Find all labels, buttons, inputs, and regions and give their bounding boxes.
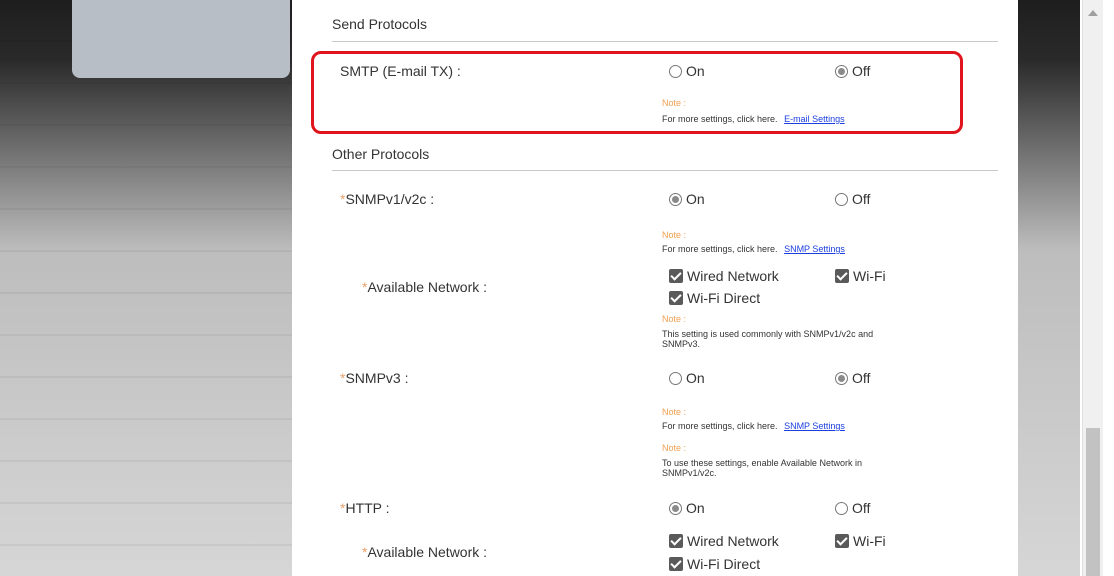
snmpv3-note-text: For more settings, click here. SNMP Sett… — [662, 421, 845, 431]
http-label: *HTTP : — [340, 500, 390, 516]
available-network-label-text: Available Network : — [367, 544, 488, 560]
left-sidebar — [0, 0, 292, 576]
snmpv1-label: *SNMPv1/v2c : — [340, 191, 434, 207]
wifi-label: Wi-Fi — [853, 268, 886, 284]
snmpv3-on-label: On — [686, 370, 705, 386]
snmpv1-wifi-direct-checkbox[interactable]: Wi-Fi Direct — [669, 290, 760, 306]
wifi-label: Wi-Fi — [853, 533, 886, 549]
snmpv3-on-radio[interactable] — [669, 371, 682, 385]
checkbox-checked-icon[interactable] — [835, 269, 849, 283]
http-off-option[interactable]: Off — [835, 500, 870, 516]
snmpv1-off-radio[interactable] — [835, 192, 848, 206]
snmpv3-note-more: For more settings, click here. — [662, 421, 778, 431]
snmpv1-wifi-checkbox[interactable]: Wi-Fi — [835, 268, 886, 284]
snmpv1-on-option[interactable]: On — [669, 191, 705, 207]
vertical-scrollbar[interactable] — [1082, 0, 1103, 576]
wifi-direct-label: Wi-Fi Direct — [687, 290, 761, 306]
http-on-label: On — [686, 500, 705, 516]
sidebar-background — [0, 0, 292, 576]
snmpv3-off-radio[interactable] — [835, 371, 848, 385]
snmpv3-note-label: Note : — [662, 407, 687, 417]
window-edge — [1103, 0, 1114, 576]
snmpv1-off-label: Off — [852, 191, 871, 207]
checkbox-checked-icon[interactable] — [669, 534, 683, 548]
http-wired-network-checkbox[interactable]: Wired Network — [669, 533, 779, 549]
available-network-note-text: This setting is used commonly with SNMPv… — [662, 329, 873, 349]
snmpv3-note2-text: To use these settings, enable Available … — [662, 458, 862, 478]
checkbox-checked-icon[interactable] — [669, 269, 683, 283]
http-label-text: HTTP : — [345, 500, 390, 516]
divider — [332, 41, 998, 42]
available-network-label-text: Available Network : — [367, 279, 488, 295]
note-line: This setting is used commonly with SNMPv… — [662, 329, 874, 339]
section-title-other-protocols: Other Protocols — [332, 146, 430, 162]
snmpv3-off-label: Off — [852, 370, 871, 386]
right-background — [1018, 0, 1080, 576]
snmpv1-note-more: For more settings, click here. — [662, 244, 778, 254]
http-on-radio[interactable] — [669, 501, 682, 515]
snmpv3-on-option[interactable]: On — [669, 370, 705, 386]
checkbox-checked-icon[interactable] — [835, 534, 849, 548]
snmpv1-note-label: Note : — [662, 230, 687, 240]
snmpv1-label-text: SNMPv1/v2c : — [345, 191, 435, 207]
http-wifi-checkbox[interactable]: Wi-Fi — [835, 533, 886, 549]
http-off-radio[interactable] — [835, 501, 848, 515]
snmp-settings-link[interactable]: SNMP Settings — [784, 421, 845, 431]
note-line: SNMPv1/v2c. — [662, 468, 717, 478]
wifi-direct-label: Wi-Fi Direct — [687, 556, 761, 572]
divider — [332, 170, 998, 171]
checkbox-checked-icon[interactable] — [669, 557, 683, 571]
wired-network-label: Wired Network — [687, 533, 779, 549]
note-line: SNMPv3. — [662, 339, 701, 349]
snmpv1-available-network-label: *Available Network : — [362, 279, 487, 295]
snmpv1-off-option[interactable]: Off — [835, 191, 870, 207]
http-available-network-label: *Available Network : — [362, 544, 487, 560]
snmpv3-label-text: SNMPv3 : — [345, 370, 409, 386]
snmpv1-on-radio[interactable] — [669, 192, 682, 206]
snmpv1-note-text: For more settings, click here. SNMP Sett… — [662, 244, 845, 254]
wired-network-label: Wired Network — [687, 268, 779, 284]
snmpv3-note2-label: Note : — [662, 443, 687, 453]
scroll-up-arrow-icon[interactable] — [1088, 10, 1098, 16]
snmp-settings-link[interactable]: SNMP Settings — [784, 244, 845, 254]
snmpv3-label: *SNMPv3 : — [340, 370, 408, 386]
scrollbar-thumb[interactable] — [1086, 428, 1100, 576]
note-line: To use these settings, enable Available … — [662, 458, 862, 468]
checkbox-checked-icon[interactable] — [669, 291, 683, 305]
available-network-note-label: Note : — [662, 314, 687, 324]
snmpv3-off-option[interactable]: Off — [835, 370, 870, 386]
section-title-send-protocols: Send Protocols — [332, 16, 427, 32]
http-on-option[interactable]: On — [669, 500, 705, 516]
snmpv1-on-label: On — [686, 191, 705, 207]
http-off-label: Off — [852, 500, 871, 516]
highlight-box — [311, 51, 963, 134]
snmpv1-wired-network-checkbox[interactable]: Wired Network — [669, 268, 779, 284]
http-wifi-direct-checkbox[interactable]: Wi-Fi Direct — [669, 556, 760, 572]
sidebar-panel — [72, 0, 290, 78]
